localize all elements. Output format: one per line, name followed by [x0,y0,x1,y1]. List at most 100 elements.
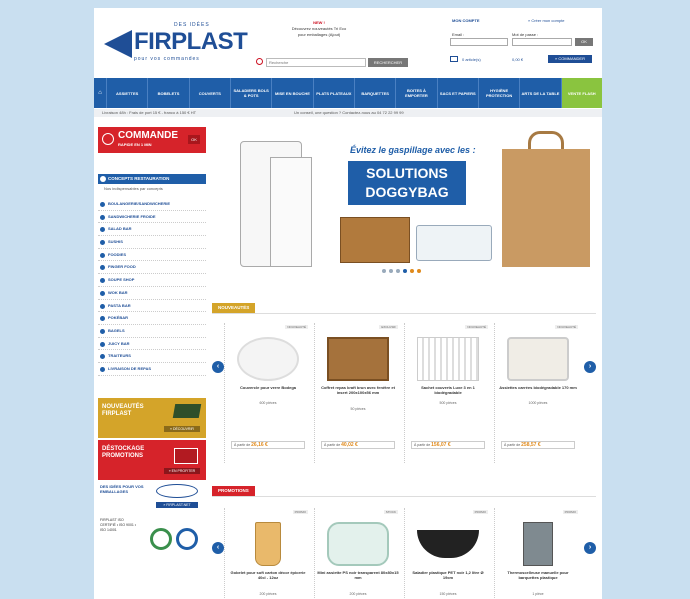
slider-dot[interactable] [410,269,414,273]
partner-logo[interactable] [156,484,198,498]
nav-item-arts-table[interactable]: ARTS DE LA TABLE [519,78,560,108]
nav-item-boites[interactable]: BOITES À EMPORTER [395,78,436,108]
create-account-link[interactable]: » Créer mon compte [528,18,564,23]
logo-arrow-icon [104,30,132,58]
order-button[interactable]: » COMMANDER [548,55,592,63]
nouveautes-banner-button[interactable]: » DÉCOUVRIR [164,426,200,432]
price-label: À partir de [234,443,251,447]
product-tag: NOUVEAUTÉ [555,325,578,329]
concept-item[interactable]: FOODIES [98,249,206,262]
firplast-logo[interactable]: DES IDÉES FIRPLAST pour vos commandes [104,22,248,68]
slider-dot[interactable] [417,269,421,273]
my-account-link[interactable]: MON COMPTE [452,18,480,23]
product-qty: 1 pièce [532,592,544,596]
section-tab-nouveautes[interactable]: NOUVEAUTÉS [212,303,256,313]
section-divider [212,313,596,314]
product-card[interactable]: EXCLUSIF Coffret repas kraft brun avec f… [314,323,400,463]
product-price[interactable]: À partir de 258,57 € [501,441,575,449]
plastic-tray-image [416,225,492,261]
partners-button[interactable]: » FIRPLAST.NET [156,502,198,508]
partners-block: DES IDÉES POUR VOS EMBALLAGES » FIRPLAST… [98,484,206,516]
product-card[interactable]: STOCK Mini assiette PS noir transparent … [314,508,400,598]
concept-item[interactable]: JUICY BAR [98,338,206,351]
product-carousel: PROMO Gobelet pour soft carton décor épi… [224,508,580,598]
delivery-info: Livraison 48h : Frais de port 15 € - fra… [102,110,197,115]
logo-subtitle: pour vos commandes [134,56,200,62]
email-field[interactable] [450,38,508,46]
concept-item[interactable]: SOUPE SHOP [98,274,206,287]
nav-item-saladiers[interactable]: SALADIERS BOLS & POTS [229,78,271,108]
concept-item[interactable]: FINGER FOOD [98,261,206,275]
cart-count[interactable]: 0 article(s) [462,57,481,62]
concept-item[interactable]: BOULANGERIE/SANDWICHERIE [98,198,206,211]
product-tag: PROMO [472,510,488,514]
slider-dot[interactable] [403,269,407,273]
nav-item-sacs[interactable]: SACS ET PAPIERS [436,78,478,108]
nav-item-plats-plateaux[interactable]: PLATS PLATEAUX [312,78,354,108]
section-tab-promotions[interactable]: PROMOTIONS [212,486,255,496]
price-value: 156,07 € [431,442,451,448]
quick-order-box[interactable]: COMMANDE RAPIDE EN 1 MIN OK [98,127,206,153]
promo-box-image [174,448,198,464]
product-qty: 1000 pièces [528,401,548,405]
product-qty: 600 pièces [259,401,277,405]
home-icon[interactable]: ⌂ [94,78,106,108]
product-price[interactable]: À partir de 26,16 € [231,441,305,449]
destockage-banner-title: DÉSTOCKAGE PROMOTIONS [102,446,145,459]
cart-amount: 0,00 € [512,57,524,62]
search-icon [256,58,263,65]
nouveautes-banner[interactable]: NOUVEAUTÉS FIRPLAST » DÉCOUVRIR [98,398,206,438]
nav-item-barquettes[interactable]: BARQUETTES [353,78,395,108]
product-price[interactable]: À partir de 156,07 € [411,441,485,449]
product-card[interactable]: NOUVEAUTÉ Couvercle pour verre Bodega 60… [224,323,310,463]
concept-item[interactable]: POKÉBAR [98,312,206,325]
product-image [327,522,389,566]
prev-arrow-icon[interactable]: ‹ [212,361,224,373]
concept-item[interactable]: SALAD BAR [98,223,206,237]
slider-dot[interactable] [382,269,386,273]
email-label: Email : [452,32,465,37]
login-ok-button[interactable]: OK [575,38,593,46]
nav-item-bobelets[interactable]: BOBELETS [147,78,188,108]
product-card[interactable]: PROMO Gobelet pour soft carton décor épi… [224,508,310,598]
hero-slider[interactable]: Évitez le gaspillage avec les : SOLUTION… [212,127,596,277]
nav-item-couverts[interactable]: COUVERTS [188,78,230,108]
product-qty: 500 pièces [439,401,457,405]
concept-item[interactable]: BAGELS [98,325,206,338]
quick-order-ok-button[interactable]: OK [188,135,200,144]
search-input[interactable] [266,58,366,67]
product-card[interactable]: PROMO Saladier plastique PET noir 1,2 li… [404,508,490,598]
product-card[interactable]: NOUVEAUTÉ Sachet couverts Luxe 3 en 1 bi… [404,323,490,463]
next-arrow-icon[interactable]: › [584,361,596,373]
info-bar: Livraison 48h : Frais de port 15 € - fra… [94,109,602,117]
nav-item-hygiene[interactable]: HYGIÈNE PROTECTION [477,78,519,108]
concept-item[interactable]: TRAITEURS [98,350,206,363]
concept-item[interactable]: LIVRAISON DE REPAS [98,363,206,376]
next-arrow-icon[interactable]: › [584,542,596,554]
destockage-banner-button[interactable]: » EN PROFITER [164,468,200,474]
product-price[interactable]: À partir de 40,02 € [321,441,395,449]
destockage-banner[interactable]: DÉSTOCKAGE PROMOTIONS » EN PROFITER [98,440,206,480]
product-card[interactable]: PROMO Thermoscelleuse manuelle pour barq… [494,508,580,598]
nav-item-mise-en-bouche[interactable]: MISE EN BOUCHE [271,78,312,108]
slider-dot[interactable] [396,269,400,273]
nav-item-assiettes[interactable]: ASSIETTES [106,78,147,108]
concept-item[interactable]: SUSHIS [98,236,206,249]
cart-icon[interactable] [450,56,458,62]
product-tag: EXCLUSIF [379,325,398,329]
concept-item[interactable]: PASTA BAR [98,300,206,313]
password-field[interactable] [512,38,572,46]
slider-dot[interactable] [389,269,393,273]
concept-item[interactable]: SANDWICHERIE FROIDE [98,211,206,224]
price-value: 258,57 € [521,442,541,448]
concepts-list: BOULANGERIE/SANDWICHERIE SANDWICHERIE FR… [98,198,206,376]
concept-item[interactable]: WOK BAR [98,287,206,300]
product-image [523,522,553,566]
prev-arrow-icon[interactable]: ‹ [212,542,224,554]
product-card[interactable]: NOUVEAUTÉ Assiettes carrées biodégradabl… [494,323,580,463]
product-tag: PROMO [292,510,308,514]
header-promo[interactable]: NEW ! Découvrez nouveautés Tri Eco pour … [264,20,374,38]
nav-item-vente-flash[interactable]: VENTE FLASH [560,78,602,108]
search-button[interactable]: RECHERCHER [368,58,408,67]
product-image [417,337,479,381]
